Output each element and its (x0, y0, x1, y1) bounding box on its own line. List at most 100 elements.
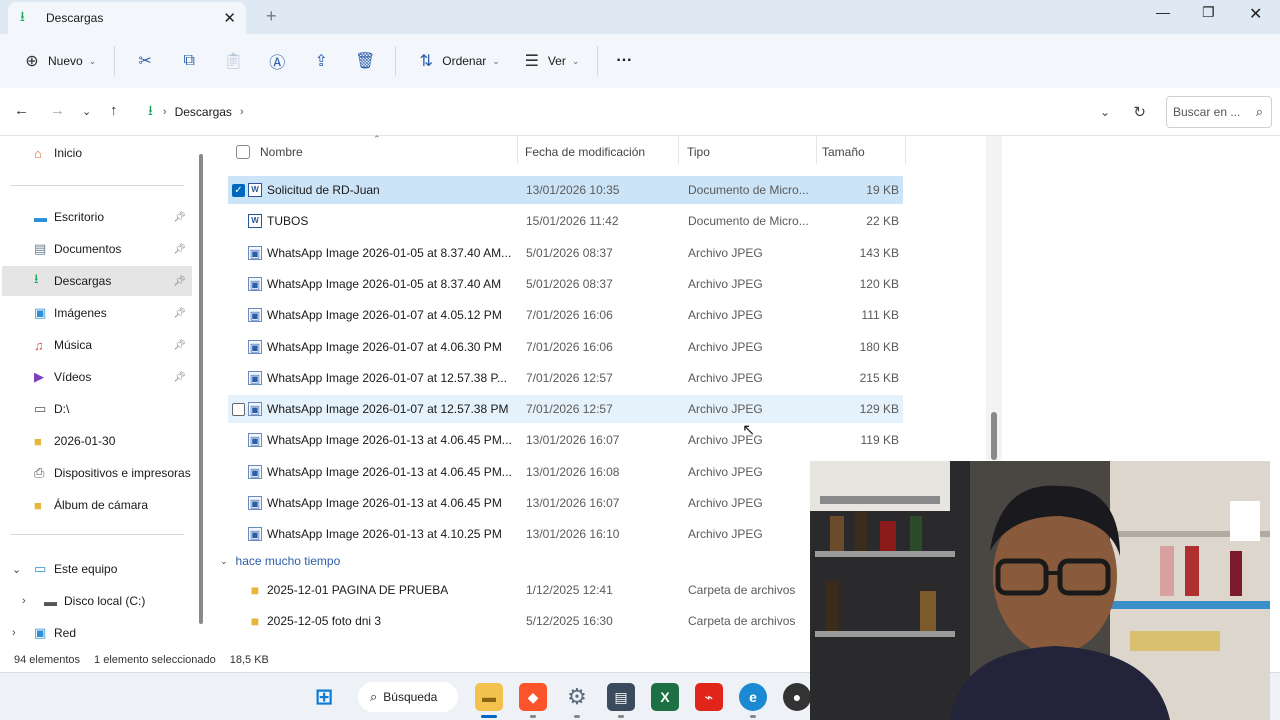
pin-icon[interactable]: 📌︎ (173, 372, 186, 383)
file-name: WhatsApp Image 2026-01-05 at 8.37.40 AM.… (267, 245, 512, 260)
column-type-label: Tipo (687, 145, 710, 159)
file-type: Archivo JPEG (688, 464, 763, 479)
column-divider[interactable] (517, 136, 518, 164)
file-name: WhatsApp Image 2026-01-07 at 12.57.38 P.… (267, 370, 507, 385)
new-button[interactable]: ⊕ Nuevo ⌄ (10, 43, 106, 79)
breadcrumb-descargas[interactable]: Descargas (175, 105, 232, 119)
address-history-icon[interactable]: ⌄ (1100, 105, 1110, 119)
view-button[interactable]: ☰ Ver ⌄ (510, 43, 590, 79)
recent-locations-icon[interactable]: ⌄ (82, 105, 91, 118)
select-all-checkbox[interactable] (236, 136, 250, 168)
sidebar-item-escritorio[interactable]: ▬ Escritorio 📌︎ (2, 202, 192, 232)
file-date: 5/12/2025 16:30 (526, 614, 613, 629)
back-icon[interactable]: ← (14, 102, 29, 119)
view-label: Ver (547, 54, 566, 68)
address-bar[interactable]: ⭳ › Descargas › ⌄ ↻ (140, 96, 1158, 128)
rename-button[interactable]: Ⓐ (255, 43, 299, 79)
file-row[interactable]: ✓ W Solicitud de RD-Juan 13/01/2026 10:35 Do… (228, 176, 903, 204)
sidebar-item-label: Dispositivos e impresoras (54, 466, 191, 480)
file-row[interactable]: ▣ WhatsApp Image 2026-01-13 at 4.06.45 PM… (228, 426, 903, 454)
up-icon[interactable]: ↑ (110, 102, 118, 119)
group-header[interactable]: ⌄ hace mucho tiempo (220, 554, 340, 568)
sidebar-item-musica[interactable]: ♫ Música 📌︎ (2, 330, 192, 360)
sidebar-item-red[interactable]: ▣ Red (2, 618, 192, 648)
file-list-scrollbar[interactable] (986, 136, 1002, 460)
file-row[interactable]: ▣ WhatsApp Image 2026-01-07 at 12.57.38 P… (228, 364, 903, 392)
restore-icon[interactable]: ❐ (1202, 4, 1215, 21)
pin-icon[interactable]: 📌︎ (173, 308, 186, 319)
more-options-button[interactable]: ··· (606, 43, 642, 79)
folder-icon: ■ (34, 497, 42, 513)
refresh-icon[interactable]: ↻ (1133, 103, 1146, 121)
column-header-name[interactable]: Nombre (260, 136, 303, 168)
scanner-app-icon[interactable]: ▤ (607, 683, 635, 711)
file-row[interactable]: ▣ WhatsApp Image 2026-01-05 at 8.37.40 AM… (228, 239, 903, 267)
tab-descargas[interactable]: ⭳ Descargas ✕ (8, 2, 246, 34)
new-tab-button[interactable]: + (266, 6, 277, 27)
file-row[interactable]: ▣ WhatsApp Image 2026-01-13 at 4.10.25 PM… (228, 520, 903, 548)
sidebar-item-descargas[interactable]: ⭳ Descargas 📌︎ (2, 266, 192, 296)
row-checkbox-checked-icon[interactable]: ✓ (232, 183, 245, 197)
pin-icon[interactable]: 📌︎ (173, 212, 186, 223)
divider (395, 46, 397, 76)
file-row[interactable]: ▣ WhatsApp Image 2026-01-05 at 8.37.40 AM… (228, 270, 903, 298)
file-row[interactable]: ▣ WhatsApp Image 2026-01-13 at 4.06.45 PM… (228, 458, 903, 486)
folder-row[interactable]: ■ 2025-12-01 PAGINA DE PRUEBA 1/12/2025 12… (228, 576, 903, 604)
sidebar-item-imagenes[interactable]: ▣ Imágenes 📌︎ (2, 298, 192, 328)
share-button[interactable]: ⇪ (299, 43, 343, 79)
taskbar-search[interactable]: ⌕ Búsqueda (358, 682, 458, 712)
sidebar-item-este-equipo[interactable]: ▭ Este equipo (2, 554, 192, 584)
column-divider[interactable] (678, 136, 679, 164)
app-icon[interactable]: ● (783, 683, 811, 711)
edge-browser-icon[interactable]: e (739, 683, 767, 711)
paste-button[interactable]: 📋︎ (211, 43, 255, 79)
file-row[interactable]: W TUBOS 15/01/2026 11:42 Documento de Micro… (228, 207, 903, 235)
sidebar-item-disco-c[interactable]: ▬ Disco local (C:) (2, 586, 192, 616)
minimize-icon[interactable]: — (1156, 4, 1170, 20)
sidebar-item-documentos[interactable]: ▤ Documentos 📌︎ (2, 234, 192, 264)
download-icon: ⭳ (20, 8, 25, 24)
close-tab-icon[interactable]: ✕ (223, 9, 236, 27)
file-date: 1/12/2025 12:41 (526, 583, 613, 597)
windows-start-icon[interactable]: ⊞ (310, 683, 338, 711)
folder-row[interactable]: ■ 2025-12-05 foto dni 3 5/12/2025 16:30 Car… (228, 607, 903, 635)
scrollbar-thumb[interactable] (199, 154, 203, 624)
close-window-icon[interactable]: ✕ (1249, 4, 1262, 24)
sidebar-item-drive-d[interactable]: ▭ D:\ (2, 394, 192, 424)
file-row[interactable]: ▣ WhatsApp Image 2026-01-07 at 12.57.38 P… (228, 395, 903, 424)
column-header-size[interactable]: Tamaño (822, 136, 865, 168)
column-divider[interactable] (905, 136, 906, 164)
pin-icon[interactable]: 📌︎ (173, 276, 186, 287)
delete-button[interactable]: 🗑︎ (343, 43, 387, 79)
sidebar-item-album-camara[interactable]: ■ Álbum de cámara (2, 490, 192, 520)
pin-icon[interactable]: 📌︎ (173, 244, 186, 255)
sidebar-scrollbar[interactable] (197, 152, 205, 624)
settings-gear-icon[interactable]: ⚙ (563, 683, 591, 711)
row-checkbox[interactable] (232, 402, 245, 416)
sidebar-item-videos[interactable]: ▶ Vídeos 📌︎ (2, 362, 192, 392)
sidebar-item-dispositivos[interactable]: ⎙ Dispositivos e impresoras (2, 458, 192, 488)
forward-icon[interactable]: → (50, 102, 65, 119)
search-input[interactable]: Buscar en ... ⌕ (1166, 96, 1272, 128)
pin-icon[interactable]: 📌︎ (173, 340, 186, 351)
file-row[interactable]: ▣ WhatsApp Image 2026-01-13 at 4.06.45 PM… (228, 489, 903, 517)
sidebar-item-label: Este equipo (54, 562, 118, 576)
pdf-reader-icon[interactable]: ⌁ (695, 683, 723, 711)
cut-button[interactable]: ✂ (123, 43, 167, 79)
file-row[interactable]: ▣ WhatsApp Image 2026-01-07 at 4.05.12 PM… (228, 301, 903, 329)
jpeg-image-icon: ▣ (248, 464, 262, 479)
copy-button[interactable]: ⧉ (167, 43, 211, 79)
sidebar-item-inicio[interactable]: ⌂ Inicio (2, 138, 192, 168)
file-row[interactable]: ▣ WhatsApp Image 2026-01-07 at 4.06.30 PM… (228, 333, 903, 361)
column-header-type[interactable]: Tipo (687, 136, 710, 168)
sidebar-item-2026-01-30[interactable]: ■ 2026-01-30 (2, 426, 192, 456)
brave-browser-icon[interactable]: ◆ (519, 683, 547, 711)
sidebar-item-label: Documentos (54, 242, 122, 256)
desktop-icon: ▬ (34, 209, 47, 225)
excel-icon[interactable]: X (651, 683, 679, 711)
scrollbar-thumb[interactable] (991, 412, 997, 460)
sort-button[interactable]: ⇅ Ordenar ⌄ (404, 43, 510, 79)
column-divider[interactable] (816, 136, 817, 164)
column-header-date[interactable]: Fecha de modificación (525, 136, 645, 168)
file-explorer-icon[interactable]: ▬ (475, 683, 503, 711)
